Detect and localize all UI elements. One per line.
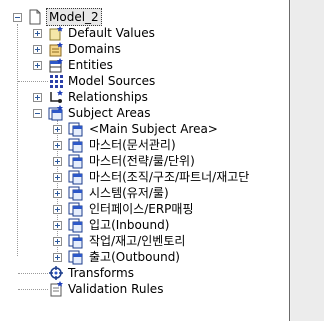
subject-area-icon <box>68 233 84 249</box>
transforms-icon <box>48 265 64 281</box>
default-values-label: Default Values <box>68 26 155 40</box>
subject-area-label: 입고(Inbound) <box>89 218 170 232</box>
subject-area-icon <box>68 169 84 185</box>
subject-area-icon <box>68 185 84 201</box>
subject-area-item[interactable]: 마스터(문서관리) <box>0 137 289 153</box>
relationships-label: Relationships <box>68 90 148 104</box>
expand-toggle[interactable] <box>53 189 62 198</box>
expand-toggle[interactable] <box>53 141 62 150</box>
subject-area-item[interactable]: 마스터(조직/구조/파트너/재고단 <box>0 169 289 185</box>
tree-node-relationships[interactable]: Relationships <box>0 89 289 105</box>
model-sources-icon <box>48 73 64 89</box>
expand-toggle[interactable] <box>33 93 42 102</box>
subject-area-icon <box>68 121 84 137</box>
expand-toggle[interactable] <box>53 205 62 214</box>
adjacent-panel <box>291 0 324 321</box>
subject-area-label: 인터페이스/ERP매핑 <box>89 202 194 216</box>
subject-area-icon <box>68 153 84 169</box>
entities-icon <box>48 57 64 73</box>
domains-icon <box>48 41 64 57</box>
validation-rules-icon <box>48 281 64 297</box>
expand-toggle[interactable] <box>53 125 62 134</box>
subject-area-item[interactable]: 시스템(유저/룰) <box>0 185 289 201</box>
subject-area-icon <box>68 249 84 265</box>
subject-area-label: 작업/재고/인벤토리 <box>89 234 186 248</box>
expand-toggle[interactable] <box>53 221 62 230</box>
tree-node-transforms[interactable]: Transforms <box>0 265 289 281</box>
relationships-icon <box>48 89 64 105</box>
expand-toggle[interactable] <box>53 237 62 246</box>
tree-node-default-values[interactable]: Default Values <box>0 25 289 41</box>
subject-area-item[interactable]: 인터페이스/ERP매핑 <box>0 201 289 217</box>
expand-toggle[interactable] <box>33 29 42 38</box>
tree-node-model[interactable]: Model_2 <box>0 8 289 26</box>
collapse-toggle[interactable] <box>33 109 42 118</box>
tree-node-entities[interactable]: Entities <box>0 57 289 73</box>
subject-area-label: 마스터(문서관리) <box>89 138 176 152</box>
subject-areas-icon <box>48 105 64 121</box>
validation-rules-label: Validation Rules <box>68 282 164 296</box>
tree-node-domains[interactable]: Domains <box>0 41 289 57</box>
subject-areas-label: Subject Areas <box>68 106 151 120</box>
subject-area-label: 시스템(유저/룰) <box>89 186 169 200</box>
subject-area-icon <box>68 201 84 217</box>
tree-node-validation-rules[interactable]: Validation Rules <box>0 281 289 297</box>
subject-area-label: 출고(Outbound) <box>89 250 180 264</box>
entities-label: Entities <box>68 58 113 72</box>
expand-toggle[interactable] <box>53 253 62 262</box>
transforms-label: Transforms <box>68 266 134 280</box>
subject-area-item[interactable]: 마스터(전략/룰/단위) <box>0 153 289 169</box>
expand-toggle[interactable] <box>33 61 42 70</box>
model-name: Model_2 <box>46 8 102 26</box>
subject-area-label: 마스터(전략/룰/단위) <box>89 154 195 168</box>
model-explorer-window: Model_2 Default Values Domains Entities <box>0 0 324 321</box>
expand-toggle[interactable] <box>33 45 42 54</box>
expand-toggle[interactable] <box>53 173 62 182</box>
subject-area-item[interactable]: 작업/재고/인벤토리 <box>0 233 289 249</box>
subject-area-item[interactable]: 출고(Outbound) <box>0 249 289 265</box>
subject-area-label: 마스터(조직/구조/파트너/재고단 <box>89 170 250 184</box>
tree-node-subject-areas[interactable]: Subject Areas <box>0 105 289 121</box>
default-values-icon <box>48 25 64 41</box>
model-explorer-tree[interactable]: Model_2 Default Values Domains Entities <box>0 0 290 321</box>
collapse-toggle[interactable] <box>13 13 22 22</box>
subject-area-icon <box>68 137 84 153</box>
document-icon <box>27 9 43 25</box>
subject-area-item[interactable]: <Main Subject Area> <box>0 121 289 137</box>
subject-area-label: <Main Subject Area> <box>89 122 218 136</box>
domains-label: Domains <box>68 42 121 56</box>
tree-node-model-sources[interactable]: Model Sources <box>0 73 289 89</box>
subject-area-item[interactable]: 입고(Inbound) <box>0 217 289 233</box>
subject-area-icon <box>68 217 84 233</box>
expand-toggle[interactable] <box>53 157 62 166</box>
model-sources-label: Model Sources <box>68 74 156 88</box>
